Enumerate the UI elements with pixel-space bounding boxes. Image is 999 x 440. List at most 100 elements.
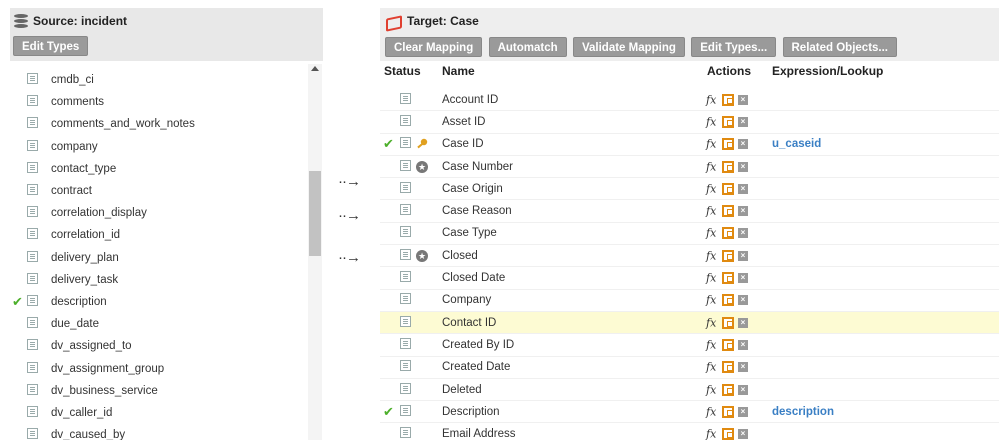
delete-icon[interactable]: ×: [738, 273, 748, 284]
delete-icon[interactable]: ×: [738, 183, 748, 194]
delete-icon[interactable]: ×: [738, 139, 748, 150]
delete-icon[interactable]: ×: [738, 429, 748, 440]
function-icon[interactable]: fx: [706, 249, 716, 262]
delete-icon[interactable]: ×: [738, 94, 748, 105]
validate-mapping-button[interactable]: Validate Mapping: [572, 37, 685, 57]
target-field-row[interactable]: ✔ Case ID fx × u_caseid: [380, 134, 999, 156]
source-field-row[interactable]: comments: [10, 91, 306, 113]
delete-icon[interactable]: ×: [738, 206, 748, 217]
source-field-row[interactable]: company: [10, 136, 306, 158]
target-field-row[interactable]: Case Origin fx ×: [380, 178, 999, 201]
lookup-icon[interactable]: [722, 316, 734, 329]
target-field-row[interactable]: Asset ID fx ×: [380, 111, 999, 134]
function-icon[interactable]: fx: [706, 316, 716, 329]
lookup-icon[interactable]: [722, 182, 734, 195]
function-icon[interactable]: fx: [706, 383, 716, 396]
lookup-icon[interactable]: [722, 383, 734, 396]
function-icon[interactable]: fx: [706, 428, 716, 440]
target-field-row[interactable]: Case Reason fx ×: [380, 200, 999, 223]
delete-icon[interactable]: ×: [738, 362, 748, 373]
lookup-icon[interactable]: [722, 227, 734, 240]
related-objects-button[interactable]: Related Objects...: [782, 37, 898, 57]
function-icon[interactable]: fx: [706, 405, 716, 418]
function-icon[interactable]: fx: [706, 294, 716, 307]
document-icon: [27, 139, 38, 151]
lookup-icon[interactable]: [722, 205, 734, 218]
source-field-row[interactable]: dv_caller_id: [10, 402, 306, 424]
document-icon: [27, 383, 38, 395]
function-icon[interactable]: fx: [706, 272, 716, 285]
source-field-row[interactable]: [10, 61, 306, 69]
target-field-row[interactable]: Email Address fx ×: [380, 423, 999, 440]
target-field-row[interactable]: Case Type fx ×: [380, 223, 999, 246]
target-field-label: Deleted: [442, 383, 482, 396]
lookup-icon[interactable]: [722, 272, 734, 285]
function-icon[interactable]: fx: [706, 115, 716, 128]
target-field-row[interactable]: Created Date fx ×: [380, 357, 999, 379]
lookup-icon[interactable]: [722, 294, 734, 307]
delete-icon[interactable]: ×: [738, 384, 748, 395]
edit-types-button[interactable]: Edit Types...: [691, 37, 777, 57]
source-field-row[interactable]: contact_type: [10, 158, 306, 180]
delete-icon[interactable]: ×: [738, 116, 748, 127]
source-field-row[interactable]: delivery_plan: [10, 247, 306, 269]
delete-icon[interactable]: ×: [738, 317, 748, 328]
target-field-row[interactable]: Contact ID fx ×: [380, 311, 999, 335]
source-field-row[interactable]: cmdb_ci: [10, 69, 306, 91]
function-icon[interactable]: fx: [706, 338, 716, 351]
source-field-row[interactable]: correlation_id: [10, 224, 306, 246]
function-icon[interactable]: fx: [706, 138, 716, 151]
source-field-row[interactable]: dv_assignment_group: [10, 357, 306, 379]
function-icon[interactable]: fx: [706, 227, 716, 240]
source-field-row[interactable]: correlation_display: [10, 202, 306, 224]
lookup-icon[interactable]: [722, 361, 734, 374]
lookup-icon[interactable]: [722, 338, 734, 351]
function-icon[interactable]: fx: [706, 361, 716, 374]
expression-link[interactable]: description: [772, 406, 834, 418]
column-name[interactable]: Name: [442, 64, 475, 78]
automatch-button[interactable]: Automatch: [488, 37, 567, 57]
edit-types-button[interactable]: Edit Types: [13, 36, 89, 56]
clear-mapping-button[interactable]: Clear Mapping: [385, 37, 483, 57]
target-field-row[interactable]: Created By ID fx ×: [380, 334, 999, 357]
lookup-icon[interactable]: [722, 160, 734, 173]
target-field-row[interactable]: Closed Date fx ×: [380, 267, 999, 290]
lookup-icon[interactable]: [722, 138, 734, 151]
delete-icon[interactable]: ×: [738, 161, 748, 172]
source-field-row[interactable]: dv_caused_by: [10, 424, 306, 440]
source-field-row[interactable]: ✔ description: [10, 291, 306, 313]
target-field-row[interactable]: ✔ Description fx × description: [380, 401, 999, 424]
source-field-row[interactable]: due_date: [10, 313, 306, 335]
function-icon[interactable]: fx: [706, 182, 716, 195]
source-field-row[interactable]: contract: [10, 180, 306, 202]
delete-icon[interactable]: ×: [738, 250, 748, 261]
mapping-arrow-icon: ··→: [338, 173, 361, 190]
source-field-row[interactable]: dv_assigned_to: [10, 335, 306, 357]
function-icon[interactable]: fx: [706, 160, 716, 173]
scroll-thumb[interactable]: [309, 171, 321, 256]
delete-icon[interactable]: ×: [738, 228, 748, 239]
target-field-row[interactable]: Account ID fx ×: [380, 89, 999, 112]
function-icon[interactable]: fx: [706, 93, 716, 106]
lookup-icon[interactable]: [722, 428, 734, 440]
target-field-row[interactable]: ★ Closed fx ×: [380, 245, 999, 268]
expression-link[interactable]: u_caseid: [772, 138, 821, 150]
scroll-up-icon[interactable]: [311, 66, 319, 71]
target-field-row[interactable]: Company fx ×: [380, 290, 999, 312]
delete-icon[interactable]: ×: [738, 295, 748, 306]
lookup-icon[interactable]: [722, 115, 734, 128]
lookup-icon[interactable]: [722, 93, 734, 106]
lookup-icon[interactable]: [722, 405, 734, 418]
column-status[interactable]: Status: [384, 64, 421, 78]
function-icon[interactable]: fx: [706, 205, 716, 218]
delete-icon[interactable]: ×: [738, 406, 748, 417]
source-scrollbar[interactable]: [308, 64, 322, 440]
source-field-row[interactable]: delivery_task: [10, 269, 306, 291]
source-field-row[interactable]: comments_and_work_notes: [10, 113, 306, 135]
target-field-row[interactable]: Deleted fx ×: [380, 379, 999, 402]
target-field-row[interactable]: ★ Case Number fx ×: [380, 156, 999, 179]
delete-icon[interactable]: ×: [738, 339, 748, 350]
source-toolbar: Edit Types: [10, 33, 323, 61]
source-field-row[interactable]: dv_business_service: [10, 380, 306, 402]
lookup-icon[interactable]: [722, 249, 734, 262]
